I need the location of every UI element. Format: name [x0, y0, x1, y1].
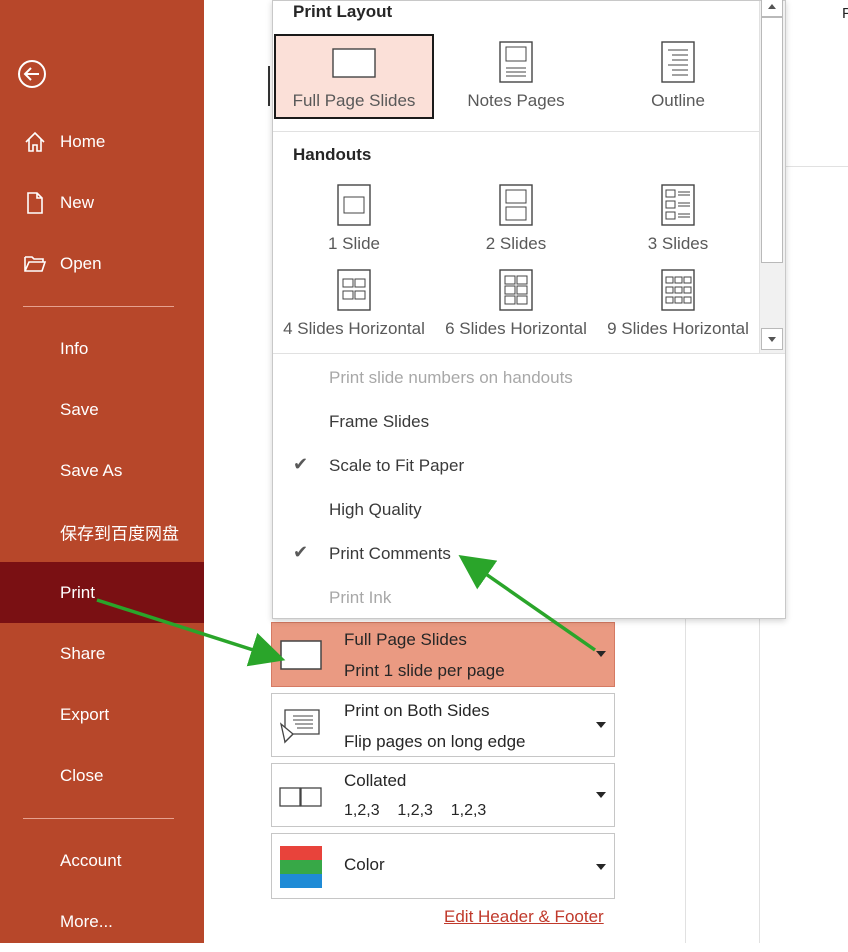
gallery-scrollbar[interactable]: [759, 0, 785, 353]
sidebar-divider: [23, 306, 174, 307]
color-dropdown-title: Color: [344, 855, 385, 874]
sidebar-item-save[interactable]: Save: [0, 379, 204, 440]
color-dropdown[interactable]: Color: [271, 833, 615, 899]
option-scale-to-fit-paper[interactable]: Scale to Fit Paper: [329, 456, 464, 476]
handouts-heading: Handouts: [293, 145, 372, 164]
layout-dropdown-subtitle: Print 1 slide per page: [344, 661, 505, 680]
new-document-icon: [23, 191, 47, 215]
collated-icon: [279, 776, 323, 816]
sidebar-item-label: 保存到百度网盘: [60, 524, 179, 543]
back-arrow-icon[interactable]: [17, 59, 47, 89]
handout-option-6-slides-horizontal[interactable]: 6 Slides Horizontal: [436, 263, 596, 348]
sidebar-item-label: Share: [60, 643, 106, 663]
checkmark-icon: ✔: [293, 542, 309, 562]
option-frame-slides[interactable]: Frame Slides: [329, 412, 429, 432]
option-print-ink: Print Ink: [329, 588, 392, 607]
sides-dropdown-subtitle: Flip pages on long edge: [344, 732, 526, 751]
sidebar-item-open[interactable]: Open: [0, 233, 204, 294]
two-slides-icon: [499, 184, 533, 231]
layout-dropdown[interactable]: Full Page Slides Print 1 slide per page: [271, 622, 615, 687]
chevron-down-icon: [596, 792, 606, 798]
one-slide-icon: [337, 184, 371, 231]
handout-option-2-slides[interactable]: 2 Slides: [436, 177, 596, 262]
sidebar-item-label: Home: [60, 131, 106, 151]
backstage-sidebar: Home New Open Info Save Save As 保存到百度网盘 …: [0, 0, 204, 943]
home-icon: [23, 130, 47, 154]
layout-option-notes-pages[interactable]: Notes Pages: [436, 34, 596, 119]
sidebar-item-save-as[interactable]: Save As: [0, 440, 204, 501]
three-slides-icon: [661, 184, 695, 231]
tile-label: 4 Slides Horizontal: [283, 319, 425, 338]
layout-dropdown-title: Full Page Slides: [344, 630, 467, 649]
sidebar-item-share[interactable]: Share: [0, 623, 204, 684]
sidebar-item-label: Account: [60, 850, 122, 870]
sidebar-item-info[interactable]: Info: [0, 318, 204, 379]
edit-header-footer-link[interactable]: Edit Header & Footer: [444, 907, 604, 927]
sidebar-item-label: Info: [60, 338, 89, 358]
chevron-down-icon: [596, 722, 606, 728]
sidebar-item-baidu-save[interactable]: 保存到百度网盘: [0, 501, 204, 562]
hidden-control-edge: [268, 66, 270, 106]
sidebar-item-label: Close: [60, 765, 104, 785]
collate-dropdown[interactable]: Collated 1,2,3 1,2,3 1,2,3: [271, 763, 615, 827]
layout-option-outline[interactable]: Outline: [598, 34, 758, 119]
preview-top-border: [786, 166, 848, 167]
full-page-slide-icon: [279, 635, 323, 675]
menu-separator: [273, 353, 785, 354]
handout-option-4-slides-horizontal[interactable]: 4 Slides Horizontal: [274, 263, 434, 348]
menu-separator: [273, 131, 759, 132]
notes-pages-icon: [499, 41, 533, 88]
sidebar-item-export[interactable]: Export: [0, 684, 204, 745]
chevron-down-icon: [596, 864, 606, 870]
tile-label: 6 Slides Horizontal: [445, 319, 587, 338]
sides-dropdown[interactable]: Print on Both Sides Flip pages on long e…: [271, 693, 615, 757]
tile-label: Full Page Slides: [292, 91, 416, 110]
scroll-up-button[interactable]: [761, 0, 783, 17]
handout-option-1-slide[interactable]: 1 Slide: [274, 177, 434, 262]
layout-menu: Print Layout Full Page Slides Notes Page…: [272, 0, 786, 619]
six-slides-icon: [499, 269, 533, 316]
tile-label: Notes Pages: [467, 91, 565, 110]
tile-label: Outline: [651, 91, 705, 110]
chevron-down-icon: [596, 651, 606, 657]
scroll-down-button[interactable]: [761, 328, 783, 350]
sidebar-item-print[interactable]: Print: [0, 562, 204, 623]
sidebar-item-label: Open: [60, 253, 102, 273]
sidebar-item-account[interactable]: Account: [0, 830, 204, 891]
collate-dropdown-title: Collated: [344, 771, 407, 790]
sidebar-divider: [23, 818, 174, 819]
nine-slides-icon: [661, 269, 695, 316]
handout-option-9-slides-horizontal[interactable]: 9 Slides Horizontal: [598, 263, 758, 348]
tile-label: 1 Slide: [328, 234, 380, 253]
sidebar-item-label: New: [60, 192, 95, 212]
preview-text: P: [842, 5, 848, 22]
sidebar-item-home[interactable]: Home: [0, 111, 204, 172]
scroll-thumb[interactable]: [761, 17, 783, 263]
collate-dropdown-subtitle: 1,2,3 1,2,3 1,2,3: [344, 802, 487, 819]
four-slides-icon: [337, 269, 371, 316]
open-folder-icon: [23, 252, 47, 276]
sidebar-item-label: Export: [60, 704, 110, 724]
layout-option-full-page-slides[interactable]: Full Page Slides: [274, 34, 434, 119]
color-swatch-icon: [279, 846, 323, 888]
tile-label: 9 Slides Horizontal: [607, 319, 749, 338]
sidebar-item-label: More...: [60, 911, 113, 931]
option-print-comments[interactable]: Print Comments: [329, 544, 451, 564]
outline-icon: [661, 41, 695, 88]
both-sides-icon: [279, 706, 323, 746]
sidebar-item-label: Save: [60, 399, 99, 419]
sides-dropdown-title: Print on Both Sides: [344, 701, 490, 720]
sidebar-item-close[interactable]: Close: [0, 745, 204, 806]
sidebar-item-label: Save As: [60, 460, 123, 480]
tile-label: 2 Slides: [485, 234, 547, 253]
option-print-slide-numbers: Print slide numbers on handouts: [329, 368, 573, 387]
sidebar-item-new[interactable]: New: [0, 172, 204, 233]
handout-option-3-slides[interactable]: 3 Slides: [598, 177, 758, 262]
sidebar-item-label: Print: [60, 582, 95, 602]
full-page-slide-icon: [332, 48, 376, 85]
print-layout-heading: Print Layout: [293, 2, 393, 21]
checkmark-icon: ✔: [293, 454, 309, 474]
option-high-quality[interactable]: High Quality: [329, 500, 422, 520]
tile-label: 3 Slides: [647, 234, 709, 253]
